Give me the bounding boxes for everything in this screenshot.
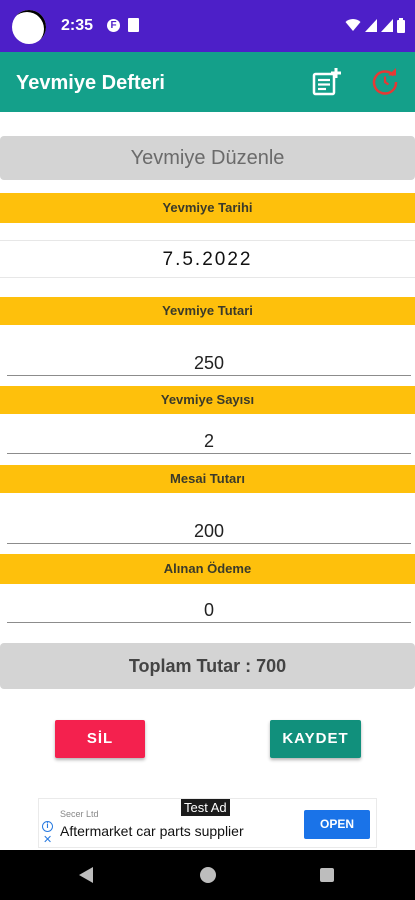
signal-icon <box>365 18 377 32</box>
system-icons <box>345 14 405 36</box>
back-icon[interactable] <box>79 867 93 883</box>
wifi-icon <box>345 19 361 31</box>
ad-advertiser: Secer Ltd <box>60 809 99 819</box>
save-button[interactable]: KAYDET <box>270 720 361 758</box>
refresh-button[interactable] <box>369 66 401 98</box>
ad-banner[interactable]: Test Ad Secer Ltd Aftermarket car parts … <box>38 798 377 848</box>
navigation-bar <box>0 850 415 900</box>
overtime-input[interactable] <box>7 514 411 544</box>
add-note-button[interactable] <box>311 66 343 98</box>
received-input[interactable] <box>7 593 411 623</box>
ad-open-button[interactable]: OPEN <box>304 810 370 839</box>
home-icon[interactable] <box>200 867 216 883</box>
delete-button[interactable]: SİL <box>55 720 145 758</box>
date-label: Yevmiye Tarihi <box>0 193 415 223</box>
recents-icon[interactable] <box>320 868 334 882</box>
info-icon[interactable]: i <box>42 821 53 832</box>
total-amount: Toplam Tutar : 700 <box>0 643 415 689</box>
overtime-label: Mesai Tutarı <box>0 465 415 493</box>
sd-card-icon <box>128 18 139 32</box>
received-label: Alınan Ödeme <box>0 554 415 584</box>
amount-input[interactable] <box>7 346 411 376</box>
date-field[interactable]: 7.5.2022 <box>0 240 415 278</box>
battery-icon <box>397 17 405 33</box>
ad-badge: Test Ad <box>181 799 230 816</box>
add-note-icon <box>312 68 341 96</box>
edit-section-header: Yevmiye Düzenle <box>0 136 415 180</box>
status-bar: 2:35 F <box>0 0 415 52</box>
status-avatar <box>12 10 46 44</box>
status-time: 2:35 <box>61 17 94 34</box>
ad-text: Aftermarket car parts supplier <box>60 823 244 839</box>
close-icon[interactable]: ✕ <box>43 835 52 846</box>
refresh-icon <box>372 68 398 95</box>
count-input[interactable] <box>7 424 411 454</box>
app-title: Yevmiye Defteri <box>16 72 165 94</box>
amount-label: Yevmiye Tutari <box>0 297 415 325</box>
signal-icon <box>381 18 393 32</box>
f-icon: F <box>107 19 120 32</box>
count-label: Yevmiye Sayısı <box>0 386 415 414</box>
app-bar: Yevmiye Defteri <box>0 52 415 112</box>
